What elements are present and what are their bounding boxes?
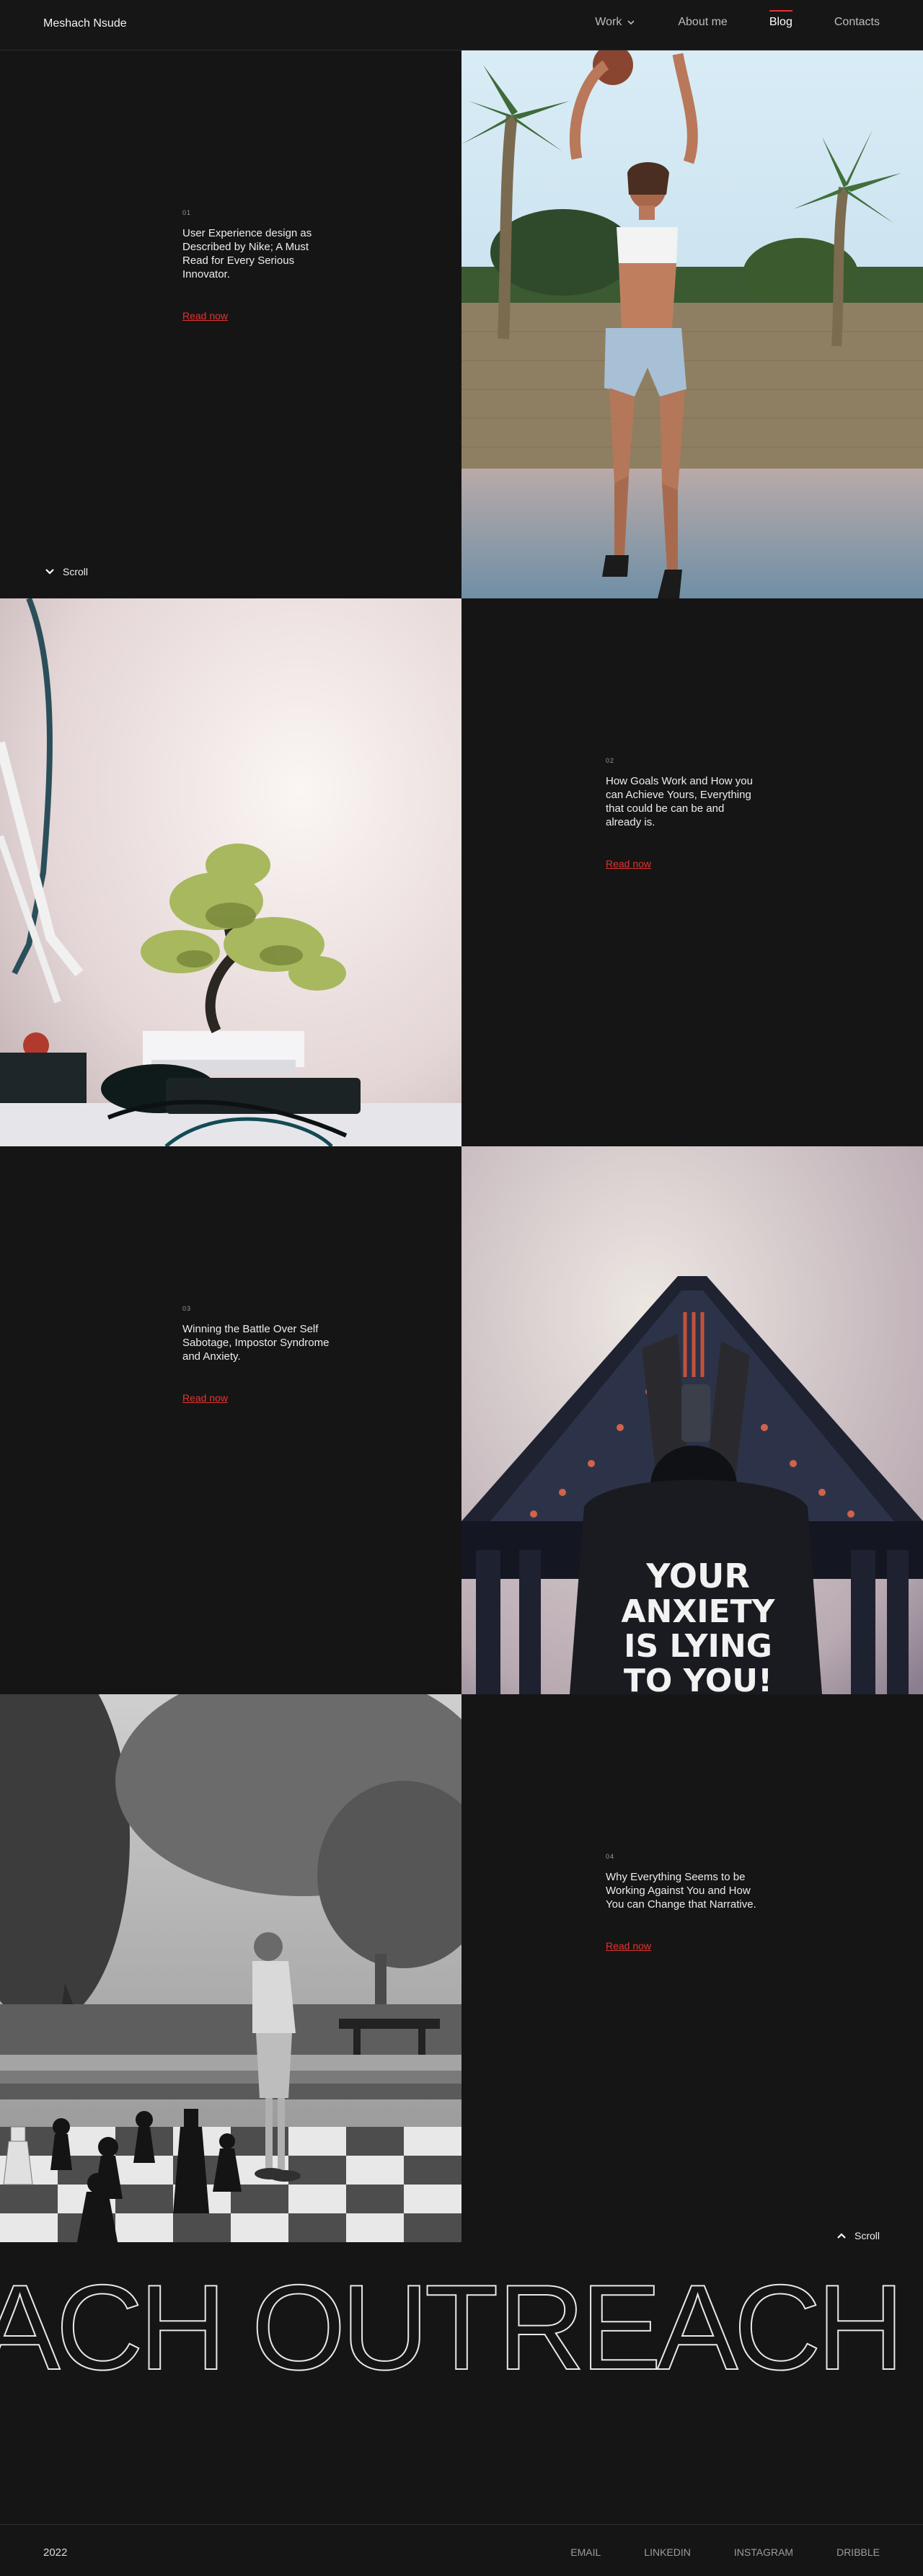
chevron-down-icon <box>627 20 635 25</box>
shirt-text-line: TO YOU! <box>624 1663 772 1694</box>
footer: 2022 EMAIL LINKEDIN INSTAGRAM DRIBBLE <box>0 2524 923 2576</box>
scroll-label: Scroll <box>63 566 89 577</box>
post-number: 02 <box>606 757 615 764</box>
read-now-link[interactable]: Read now <box>182 310 228 322</box>
scroll-up-button[interactable]: Scroll <box>835 2229 880 2242</box>
top-nav: Meshach Nsude Work About me Blog Contact… <box>0 0 923 50</box>
blog-row-2: 02 How Goals Work and How you can Achiev… <box>0 598 923 1146</box>
nav-item-contacts[interactable]: Contacts <box>834 16 880 29</box>
shirt-text-line: ANXIETY <box>621 1593 775 1630</box>
shirt-text-line: IS LYING <box>624 1628 772 1665</box>
blog-post: 01 User Experience design as Described b… <box>182 209 334 323</box>
reach-out-text: REACH OUT <box>497 2259 923 2396</box>
nav-item-about[interactable]: About me <box>678 16 727 29</box>
dribbble-link[interactable]: DRIBBLE <box>836 2546 880 2558</box>
post-image-chess <box>0 1694 462 2242</box>
reach-out-text: REACH OUT <box>0 2259 499 2396</box>
blog-post: 03 Winning the Battle Over Self Sabotage… <box>182 1305 334 1405</box>
nav-item-label: Work <box>595 16 622 28</box>
reach-out-marquee[interactable]: REACH OUT REACH OUT <box>0 2242 923 2430</box>
basketball-player-photo <box>462 50 923 598</box>
post-text-panel: 01 User Experience design as Described b… <box>0 50 462 598</box>
copyright-year: 2022 <box>43 2546 68 2559</box>
nav-item-work[interactable]: Work <box>595 16 636 29</box>
post-text-panel: 02 How Goals Work and How you can Achiev… <box>462 598 923 1146</box>
post-title: How Goals Work and How you can Achieve Y… <box>606 775 753 828</box>
instagram-link[interactable]: INSTAGRAM <box>734 2546 793 2558</box>
read-now-link[interactable]: Read now <box>606 858 651 869</box>
post-text-panel: 04 Why Everything Seems to be Working Ag… <box>462 1694 923 2242</box>
blog-row-1: 01 User Experience design as Described b… <box>0 50 923 598</box>
blog-row-4: 04 Why Everything Seems to be Working Ag… <box>0 1694 923 2242</box>
pagoda-photographer-photo: YOUR ANXIETY IS LYING TO YOU! <box>462 1146 923 1694</box>
chevron-up-icon <box>837 2233 846 2239</box>
chess-park-photo <box>0 1694 462 2242</box>
post-number: 04 <box>606 1853 615 1860</box>
blog-post: 04 Why Everything Seems to be Working Ag… <box>606 1853 757 1953</box>
post-image-pagoda: YOUR ANXIETY IS LYING TO YOU! <box>462 1146 923 1694</box>
nav-menu: Work About me Blog Contacts <box>595 10 880 29</box>
blog-post: 02 How Goals Work and How you can Achiev… <box>606 757 757 871</box>
post-image-basketball <box>462 50 923 598</box>
email-link[interactable]: EMAIL <box>570 2546 601 2558</box>
read-now-link[interactable]: Read now <box>182 1392 228 1404</box>
post-number: 01 <box>182 209 192 216</box>
post-text-panel: 03 Winning the Battle Over Self Sabotage… <box>0 1146 462 1694</box>
read-now-link[interactable]: Read now <box>606 1940 651 1952</box>
chevron-down-icon <box>45 569 54 575</box>
scroll-label: Scroll <box>854 2230 880 2241</box>
post-number: 03 <box>182 1305 192 1312</box>
scroll-down-button[interactable]: Scroll <box>43 565 88 578</box>
nav-item-blog[interactable]: Blog <box>769 10 792 29</box>
social-links: EMAIL LINKEDIN INSTAGRAM DRIBBLE <box>570 2546 880 2558</box>
post-title: Why Everything Seems to be Working Again… <box>606 1871 756 1911</box>
linkedin-link[interactable]: LINKEDIN <box>644 2546 691 2558</box>
shirt-text-line: YOUR <box>645 1557 750 1595</box>
post-image-bonsai <box>0 598 462 1146</box>
blog-row-3: 03 Winning the Battle Over Self Sabotage… <box>0 1146 923 1694</box>
post-title: Winning the Battle Over Self Sabotage, I… <box>182 1323 330 1363</box>
bonsai-desk-photo <box>0 598 462 1146</box>
brand-logo[interactable]: Meshach Nsude <box>43 17 127 30</box>
post-title: User Experience design as Described by N… <box>182 227 312 280</box>
